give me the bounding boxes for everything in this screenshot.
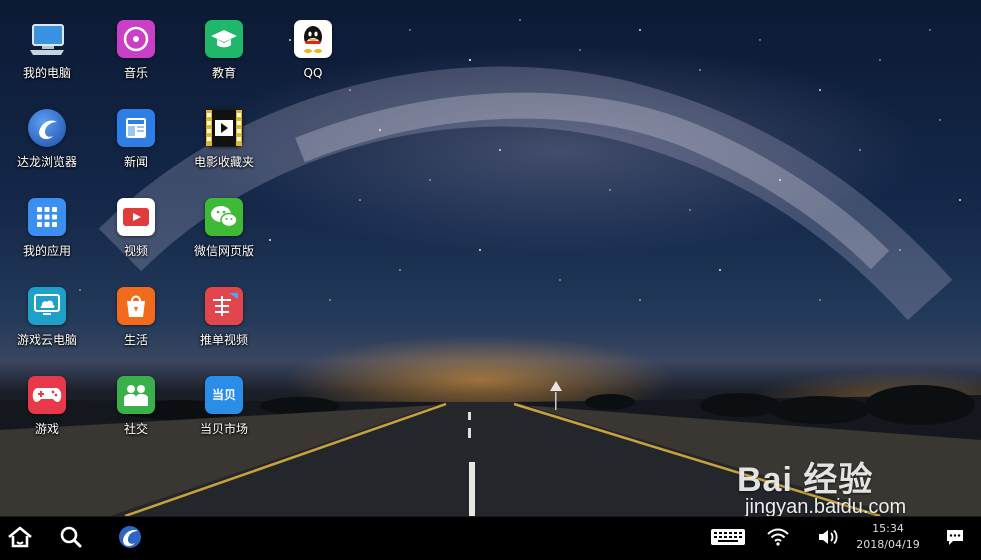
taskbar-clock[interactable]: 15:34 2018/04/19 [853,521,923,553]
desktop-icon-my-apps[interactable]: 我的应用 [4,178,90,258]
desktop-icon-label: 游戏 [34,422,59,436]
desktop-icon-life[interactable]: 生活 [93,267,179,347]
notification-button[interactable] [938,517,972,560]
clock-time: 15:34 [872,522,904,535]
search-button[interactable] [52,517,90,560]
wechat-icon [205,198,243,236]
desktop-icon-dangbei-market[interactable]: 当贝 当贝市场 [181,356,267,436]
education-icon [205,20,243,58]
wifi-button[interactable] [762,517,794,560]
desktop-icon-wechat-web[interactable]: 微信网页版 [181,178,267,258]
dangbei-icon: 当贝 [205,376,243,414]
desktop-icon-label: 电影收藏夹 [193,155,254,169]
cloud-pc-icon [28,287,66,325]
computer-icon [28,20,66,58]
browser-icon [118,525,142,553]
desktop-icon-video[interactable]: 视频 [93,178,179,258]
volume-icon [817,528,839,550]
desktop-icon-label: 我的电脑 [22,66,71,80]
desktop-icon-game[interactable]: 游戏 [4,356,90,436]
apps-icon [28,198,66,236]
taskbar: 15:34 2018/04/19 [0,516,981,560]
desktop-icon-label: QQ [303,66,323,80]
news-icon [117,109,155,147]
watermark-brand: Bai 经验 [737,461,874,499]
music-icon [117,20,155,58]
desktop-icon-my-computer[interactable]: 我的电脑 [4,0,90,80]
taskbar-browser-button[interactable] [110,517,150,560]
search-icon [59,525,83,553]
desktop-icon-label: 微信网页版 [193,244,254,258]
desktop-icon-label: 达龙浏览器 [16,155,77,169]
desktop-icon-tuidan-video[interactable]: 推单视频 [181,267,267,347]
film-icon [205,109,243,147]
desktop-icon-label: 推单视频 [199,333,248,347]
desktop-icon-label: 生活 [123,333,148,347]
desktop-icon-label: 新闻 [123,155,148,169]
desktop-icon-qq[interactable]: QQ [270,0,356,80]
notification-icon [945,528,965,550]
home-icon [6,525,34,553]
baidu-jingyan-watermark: Bai 经验 jingyan.baidu.com [737,452,927,518]
browser-icon [28,109,66,147]
desktop-icon-label: 教育 [211,66,236,80]
tuidan-icon [205,287,243,325]
desktop-icon-movie-favorites[interactable]: 电影收藏夹 [181,89,267,169]
desktop-icon-social[interactable]: 社交 [93,356,179,436]
desktop-icon-label: 游戏云电脑 [16,333,77,347]
desktop-icon-education[interactable]: 教育 [181,0,267,80]
desktop-icon-label: 视频 [123,244,148,258]
qq-icon [294,20,332,58]
home-button[interactable] [2,517,38,560]
keyboard-button[interactable] [706,517,750,560]
desktop-icon-music[interactable]: 音乐 [93,0,179,80]
desktop-icon-game-cloud-pc[interactable]: 游戏云电脑 [4,267,90,347]
social-icon [117,376,155,414]
clock-date: 2018/04/19 [856,538,920,551]
desktop-icon-label: 我的应用 [22,244,71,258]
desktop-icon-label: 当贝市场 [199,422,248,436]
life-icon [117,287,155,325]
svg-text:当贝: 当贝 [212,387,236,402]
keyboard-icon [710,528,746,550]
wifi-icon [767,528,789,550]
game-icon [28,376,66,414]
video-icon [117,198,155,236]
desktop-icon-news[interactable]: 新闻 [93,89,179,169]
desktop-icon-label: 音乐 [123,66,148,80]
desktop-icon-label: 社交 [123,422,148,436]
desktop-icon-dalong-browser[interactable]: 达龙浏览器 [4,89,90,169]
volume-button[interactable] [812,517,844,560]
